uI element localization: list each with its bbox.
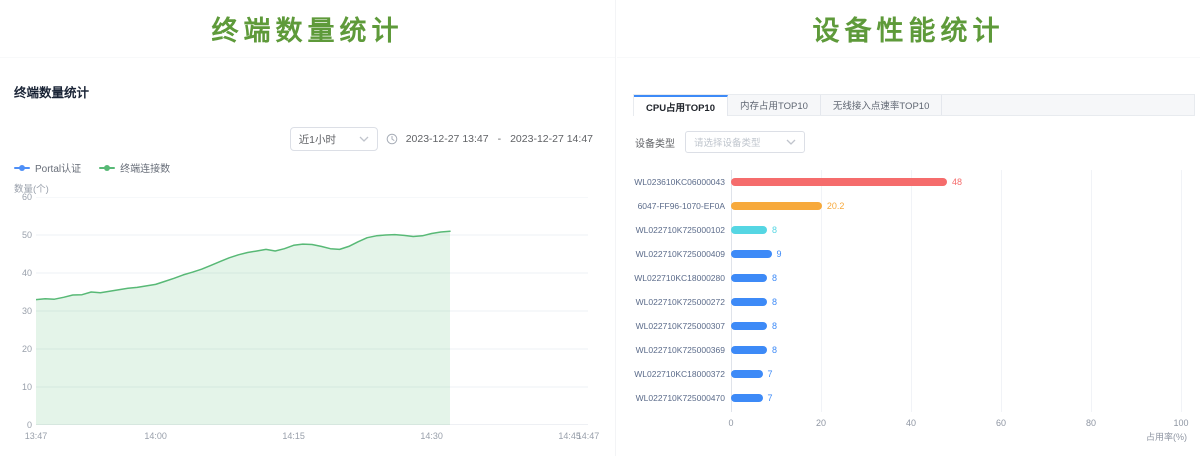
left-section-title: 终端数量统计 <box>14 82 89 101</box>
y-tick-label: 30 <box>8 306 32 316</box>
x-tick-label: 13:47 <box>25 431 48 441</box>
legend-label: 终端连接数 <box>120 160 170 175</box>
legend-marker-icon <box>99 167 115 169</box>
bar-value-label: 48 <box>952 170 962 194</box>
bar-value-label: 9 <box>777 242 782 266</box>
x-axis-title: 占用率(%) <box>1146 430 1187 443</box>
x-tick-label: 60 <box>996 418 1006 428</box>
bar-row: WL022710K725000470 7 <box>633 386 1197 410</box>
bar-row: WL022710K725000409 9 <box>633 242 1197 266</box>
device-type-placeholder: 请选择设备类型 <box>694 135 761 149</box>
bar-row: WL022710K725000307 8 <box>633 314 1197 338</box>
y-tick-label: 50 <box>8 230 32 240</box>
y-tick-label: 10 <box>8 382 32 392</box>
bar-value-label: 7 <box>768 362 773 386</box>
tab-ap-rate-top10[interactable]: 无线接入点速率TOP10 <box>821 95 942 115</box>
bar[interactable] <box>731 178 947 186</box>
x-tick-label: 14:30 <box>420 431 443 441</box>
cpu-top10-bar-chart: 占用率(%) WL023610KC06000043486047-FF96-107… <box>633 168 1197 450</box>
clock-icon <box>386 133 398 145</box>
terminal-stats-panel: 终端数量统计 终端数量统计 近1小时 2023-12-27 13:47 - 20… <box>0 0 616 456</box>
bar-row: WL022710K725000272 8 <box>633 290 1197 314</box>
bar-value-label: 8 <box>772 314 777 338</box>
bar-value-label: 20.2 <box>827 194 845 218</box>
bar[interactable] <box>731 298 767 306</box>
bar-category-label: WL022710KC18000372 <box>634 362 725 386</box>
legend-label: Portal认证 <box>35 160 81 175</box>
x-tick-label: 40 <box>906 418 916 428</box>
date-range-end[interactable]: 2023-12-27 14:47 <box>510 133 593 145</box>
x-tick-label: 20 <box>816 418 826 428</box>
device-type-filter: 设备类型 请选择设备类型 <box>635 131 805 153</box>
date-range-separator: - <box>498 133 502 145</box>
x-tick-label: 14:15 <box>282 431 305 441</box>
x-tick-label: 14:47 <box>577 431 600 441</box>
bar[interactable] <box>731 274 767 282</box>
legend-item[interactable]: 终端连接数 <box>99 160 170 175</box>
legend-item[interactable]: Portal认证 <box>14 160 81 175</box>
bar-value-label: 8 <box>772 338 777 362</box>
device-performance-panel: 设备性能统计 CPU占用TOP10内存占用TOP10无线接入点速率TOP10 设… <box>617 0 1200 456</box>
bar-row: WL022710KC18000372 7 <box>633 362 1197 386</box>
bar-value-label: 7 <box>768 386 773 410</box>
performance-tabs: CPU占用TOP10内存占用TOP10无线接入点速率TOP10 <box>633 94 1195 116</box>
y-tick-label: 20 <box>8 344 32 354</box>
y-tick-label: 0 <box>8 420 32 430</box>
dashboard-page: 终端数量统计 终端数量统计 近1小时 2023-12-27 13:47 - 20… <box>0 0 1200 456</box>
tab-cpu-top10[interactable]: CPU占用TOP10 <box>634 95 728 116</box>
chart-legend: Portal认证 终端连接数 <box>14 160 170 175</box>
bar-row: WL022710K725000102 8 <box>633 218 1197 242</box>
bar[interactable] <box>731 322 767 330</box>
bar-value-label: 8 <box>772 266 777 290</box>
bar[interactable] <box>731 202 822 210</box>
y-tick-label: 60 <box>8 192 32 202</box>
x-tick-label: 100 <box>1173 418 1188 428</box>
x-tick-label: 80 <box>1086 418 1096 428</box>
chevron-down-icon <box>786 139 796 145</box>
device-type-select[interactable]: 请选择设备类型 <box>685 131 805 153</box>
bar-row: WL023610KC06000043 48 <box>633 170 1197 194</box>
bar-row: 6047-FF96-1070-EF0A 20.2 <box>633 194 1197 218</box>
bar-category-label: WL022710K725000272 <box>636 290 725 314</box>
time-range-select[interactable]: 近1小时 <box>290 127 378 151</box>
bar[interactable] <box>731 346 767 354</box>
legend-marker-icon <box>14 167 30 169</box>
bar[interactable] <box>731 250 772 258</box>
right-page-title: 设备性能统计 <box>617 0 1200 58</box>
date-range-start[interactable]: 2023-12-27 13:47 <box>406 133 489 145</box>
bar-category-label: WL022710K725000409 <box>636 242 725 266</box>
bar[interactable] <box>731 370 763 378</box>
tab-memory-top10[interactable]: 内存占用TOP10 <box>728 95 821 115</box>
bar-category-label: WL022710KC18000280 <box>634 266 725 290</box>
bar-row: WL022710KC18000280 8 <box>633 266 1197 290</box>
bar-category-label: WL022710K725000470 <box>636 386 725 410</box>
terminal-count-line-chart: 010203040506013:4714:0014:1514:3014:4514… <box>8 197 612 449</box>
bar-value-label: 8 <box>772 218 777 242</box>
time-range-value: 近1小时 <box>299 132 336 147</box>
bar-category-label: WL023610KC06000043 <box>634 170 725 194</box>
bar-category-label: 6047-FF96-1070-EF0A <box>638 194 725 218</box>
left-page-title: 终端数量统计 <box>0 0 615 58</box>
line-plot-area <box>36 197 588 425</box>
bar[interactable] <box>731 394 763 402</box>
chevron-down-icon <box>359 136 369 142</box>
x-tick-label: 0 <box>728 418 733 428</box>
bar-row: WL022710K725000369 8 <box>633 338 1197 362</box>
device-type-label: 设备类型 <box>635 135 675 150</box>
bar-value-label: 8 <box>772 290 777 314</box>
bar-category-label: WL022710K725000369 <box>636 338 725 362</box>
bar-category-label: WL022710K725000307 <box>636 314 725 338</box>
x-tick-label: 14:00 <box>144 431 167 441</box>
time-controls: 近1小时 2023-12-27 13:47 - 2023-12-27 14:47 <box>290 127 593 151</box>
y-tick-label: 40 <box>8 268 32 278</box>
bar[interactable] <box>731 226 767 234</box>
bar-category-label: WL022710K725000102 <box>636 218 725 242</box>
